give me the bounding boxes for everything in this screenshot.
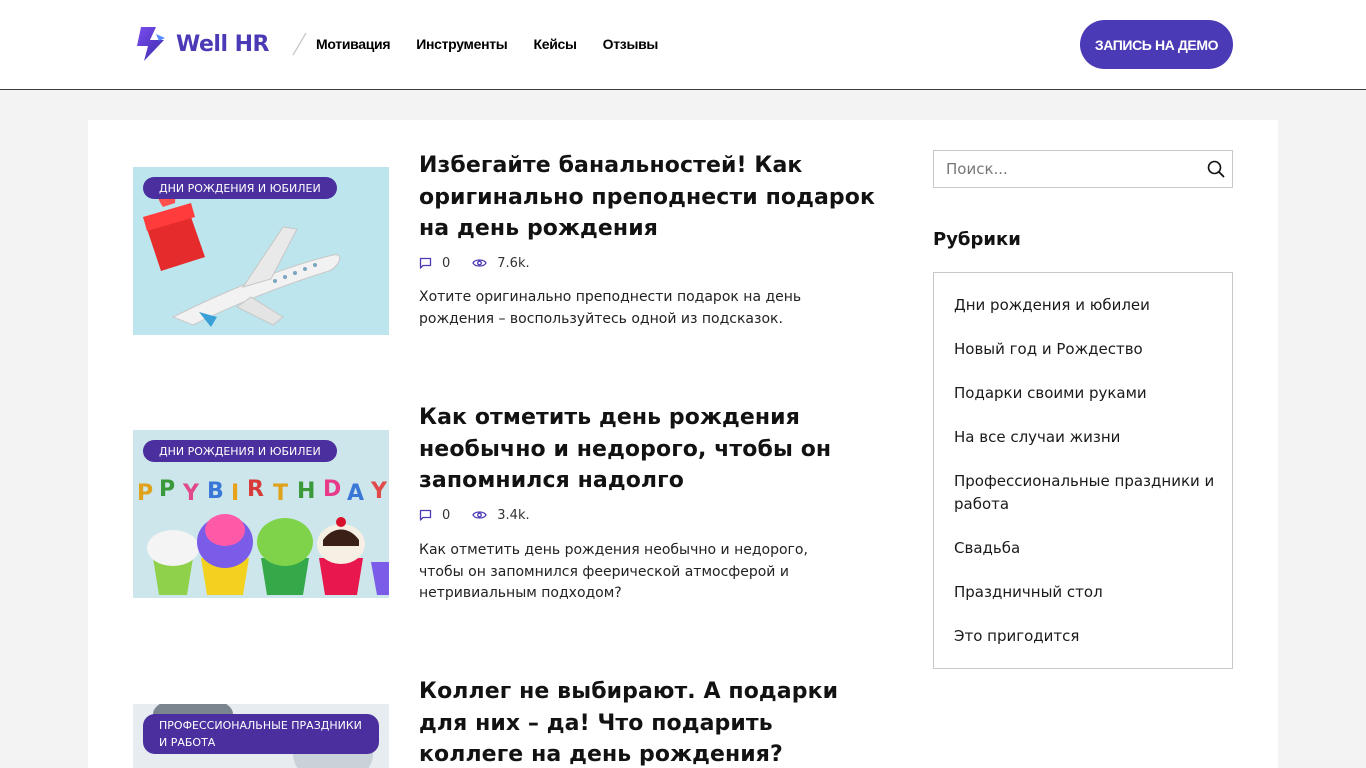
post-meta: 0 7.6k. [419,256,552,271]
view-count: 3.4k. [497,508,530,523]
svg-text:R: R [247,477,264,502]
post-thumbnail[interactable]: P P Y B I R T H D A Y ДНИ РОЖДЕНИЯ И ЮБИ… [133,430,389,598]
rubric-item-useful[interactable]: Это пригодится [954,625,1224,648]
main-nav: Мотивация Инструменты Кейсы Отзывы [316,35,684,53]
search-box [933,150,1233,188]
nav-item-reviews[interactable]: Отзывы [603,35,659,53]
comment-icon [419,509,433,523]
rubric-item-birthdays[interactable]: Дни рождения и юбилеи [954,294,1224,317]
post-thumbnail[interactable]: ПРОФЕССИОНАЛЬНЫЕ ПРАЗДНИКИ И РАБОТА [133,704,389,768]
rubric-item-diy-gifts[interactable]: Подарки своими руками [954,382,1224,405]
category-badge[interactable]: ДНИ РОЖДЕНИЯ И ЮБИЛЕИ [143,177,337,199]
svg-text:B: B [207,479,224,504]
post-excerpt: Хотите оригинально преподнести подарок н… [419,289,802,327]
eye-icon [472,509,488,523]
logo[interactable]: Well HR [136,26,270,62]
nav-item-tools[interactable]: Инструменты [416,35,508,53]
svg-text:T: T [273,481,288,506]
rubric-item-all-occasions[interactable]: На все случаи жизни [954,426,1224,449]
search-input[interactable] [934,151,1194,187]
svg-text:P: P [159,477,175,502]
comment-count: 0 [442,508,451,523]
rubrics-heading: Рубрики [933,229,1021,250]
rubric-item-wedding[interactable]: Свадьба [954,537,1224,560]
demo-signup-button[interactable]: ЗАПИСЬ НА ДЕМО [1080,20,1233,69]
rubric-item-new-year[interactable]: Новый год и Рождество [954,338,1224,361]
category-badge[interactable]: ПРОФЕССИОНАЛЬНЫЕ ПРАЗДНИКИ И РАБОТА [143,714,379,754]
nav-item-cases[interactable]: Кейсы [533,35,576,53]
rubric-item-professional[interactable]: Профессиональные праздники и работа [954,470,1224,516]
nav-item-motivation[interactable]: Мотивация [316,35,391,53]
rubric-item-holiday-table[interactable]: Праздничный стол [954,581,1224,604]
eye-icon [472,257,488,271]
svg-text:Y: Y [182,481,200,506]
comment-count: 0 [442,256,451,271]
svg-text:Y: Y [370,479,388,504]
post-excerpt: Как отметить день рождения необычно и не… [419,542,808,601]
category-badge[interactable]: ДНИ РОЖДЕНИЯ И ЮБИЛЕИ [143,440,337,462]
site-header: Well HR Мотивация Инструменты Кейсы Отзы… [0,0,1366,90]
divider-slash-icon [292,32,307,56]
post-thumbnail[interactable]: ДНИ РОЖДЕНИЯ И ЮБИЛЕИ [133,167,389,335]
svg-text:D: D [323,477,341,502]
lightning-logo-icon [137,27,165,61]
search-icon[interactable] [1206,159,1226,179]
svg-text:I: I [231,481,239,506]
post-title[interactable]: Избегайте банальностей! Как оригинально … [419,150,879,245]
svg-text:A: A [347,481,364,506]
svg-text:P: P [137,481,153,506]
post-meta: 0 3.4k. [419,508,552,523]
rubrics-list: Дни рождения и юбилеи Новый год и Рождес… [933,272,1233,669]
svg-text:H: H [297,479,315,504]
comment-icon [419,257,433,271]
post-title[interactable]: Коллег не выбирают. А подарки для них – … [419,676,879,768]
logo-text: Well HR [176,31,270,57]
post-title[interactable]: Как отметить день рождения необычно и не… [419,402,879,497]
view-count: 7.6k. [497,256,530,271]
